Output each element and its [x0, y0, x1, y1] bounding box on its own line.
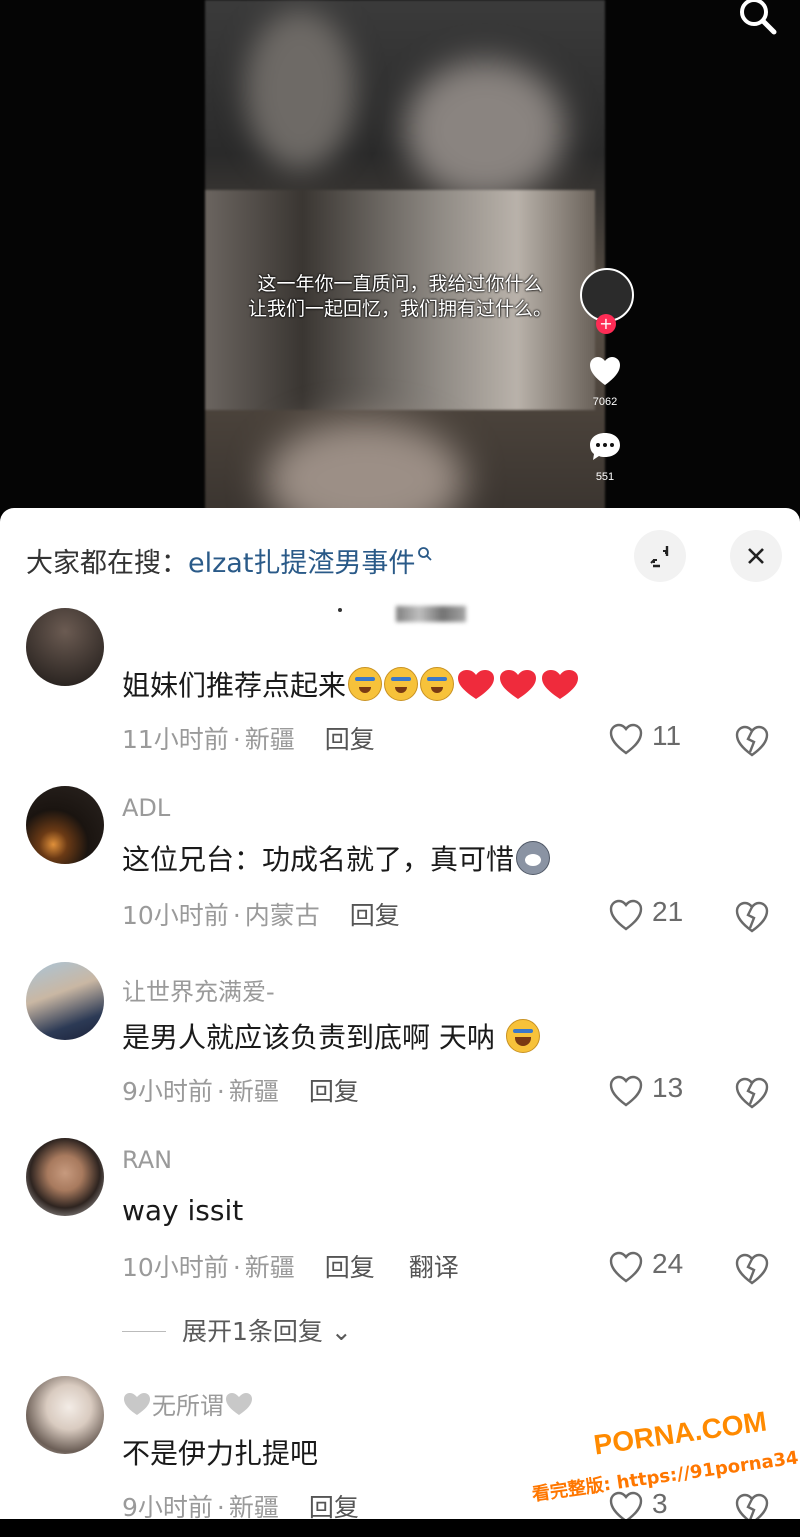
like-count: 24: [652, 1248, 684, 1279]
comment-meta: 10小时前 · 内蒙古 回复: [122, 901, 400, 930]
avatar[interactable]: [26, 786, 104, 864]
comment-time: 9小时前: [122, 1493, 213, 1519]
avatar[interactable]: [26, 608, 104, 686]
like-count: 13: [652, 1072, 684, 1103]
broken-heart-icon[interactable]: [734, 900, 770, 936]
caption-line-2: 让我们一起回忆，我们拥有过什么。: [247, 298, 552, 320]
comment-location: 内蒙古: [244, 901, 320, 930]
comment-count-header: [330, 604, 470, 626]
expand-replies-button[interactable]: 展开1条回复 ⌄: [122, 1312, 352, 1348]
comment-username[interactable]: 无所谓: [122, 1386, 254, 1421]
collapse-icon: [650, 546, 669, 568]
cry-emoji-icon: [420, 667, 455, 701]
comment-text: 这位兄台：功成名就了，真可惜: [122, 838, 551, 878]
search-prefix: 大家都在搜：: [26, 548, 188, 579]
search-suggestion[interactable]: 大家都在搜：elzat扎提渣男事件: [26, 538, 433, 580]
search-icon[interactable]: [734, 0, 782, 40]
avatar[interactable]: [26, 1138, 104, 1216]
broken-heart-icon[interactable]: [734, 1076, 770, 1112]
like-count: 11: [652, 720, 682, 751]
cry-emoji-icon: [384, 667, 419, 701]
comment-username[interactable]: RAN: [122, 1146, 172, 1174]
follow-plus-icon[interactable]: +: [596, 314, 616, 334]
video-caption: 这一年你一直质问，我给过你什么 让我们一起回忆，我们拥有过什么。: [205, 272, 595, 322]
heart-outline-icon: [609, 723, 643, 755]
comment-location: 新疆: [244, 725, 295, 754]
comment-sheet: 大家都在搜：elzat扎提渣男事件 姐妹们推荐点起来 11小时前 · 新疆 回复 11: [0, 508, 800, 1519]
search-term-link[interactable]: elzat扎提渣男事件: [188, 548, 415, 579]
comment-location: 新疆: [244, 1253, 295, 1282]
reply-button[interactable]: 回复: [309, 1077, 359, 1106]
comment-location: 新疆: [228, 1077, 279, 1106]
comment-time: 11小时前: [122, 725, 229, 754]
gray-heart-icon: [224, 1392, 254, 1420]
comment-meta: 9小时前 · 新疆 回复: [122, 1077, 359, 1106]
comment-text: 不是伊力扎提吧: [122, 1437, 319, 1470]
broken-heart-icon[interactable]: [734, 724, 770, 760]
red-heart-icon: [456, 669, 496, 701]
husky-emoji-icon: [516, 841, 551, 875]
comment-time: 9小时前: [122, 1077, 213, 1106]
avatar[interactable]: [26, 1376, 104, 1454]
comment-username[interactable]: ADL: [122, 794, 170, 822]
comment-text: 是男人就应该负责到底啊 天呐: [122, 1016, 540, 1056]
heart-outline-icon: [609, 1251, 643, 1283]
chevron-down-icon: ⌄: [322, 1317, 352, 1346]
comment-text: way issit: [122, 1194, 244, 1227]
gray-heart-icon: [122, 1392, 152, 1420]
comment-time: 10小时前: [122, 901, 229, 930]
comment-meta: 9小时前 · 新疆 回复: [122, 1488, 359, 1519]
red-heart-icon: [540, 669, 580, 701]
reply-button[interactable]: 回复: [309, 1493, 359, 1519]
close-icon: [748, 548, 764, 564]
comment-location: 新疆: [228, 1493, 279, 1519]
collapse-button[interactable]: [634, 530, 686, 582]
broken-heart-icon[interactable]: [734, 1252, 770, 1288]
reply-button[interactable]: 回复: [325, 1253, 375, 1282]
cry-emoji-icon: [348, 667, 383, 701]
comment-username[interactable]: 让世界充满爱-: [122, 972, 275, 1007]
red-heart-icon: [498, 669, 538, 701]
caption-line-1: 这一年你一直质问，我给过你什么: [257, 273, 543, 295]
heart-outline-icon: [609, 899, 643, 931]
comment-text: 姐妹们推荐点起来: [122, 664, 580, 704]
video-player[interactable]: 这一年你一直质问，我给过你什么 让我们一起回忆，我们拥有过什么。 + 7062 …: [0, 0, 800, 512]
heart-icon[interactable]: [588, 355, 622, 389]
mini-search-icon: [417, 538, 433, 561]
reply-button[interactable]: 回复: [350, 901, 400, 930]
like-count: 7062: [592, 396, 618, 408]
comment-meta: 11小时前 · 新疆 回复: [122, 725, 375, 754]
video-frame: [205, 0, 605, 512]
comment-meta: 10小时前 · 新疆 回复 翻译: [122, 1253, 459, 1282]
laughing-tears-emoji-icon: [505, 1019, 540, 1053]
close-button[interactable]: [730, 530, 782, 582]
translate-button[interactable]: 翻译: [409, 1253, 459, 1282]
like-count: 21: [652, 896, 684, 927]
reply-button[interactable]: 回复: [325, 725, 375, 754]
comment-count: 551: [595, 471, 615, 483]
comment-time: 10小时前: [122, 1253, 229, 1282]
avatar[interactable]: [26, 962, 104, 1040]
comment-icon[interactable]: [588, 430, 622, 464]
heart-outline-icon: [609, 1075, 643, 1107]
